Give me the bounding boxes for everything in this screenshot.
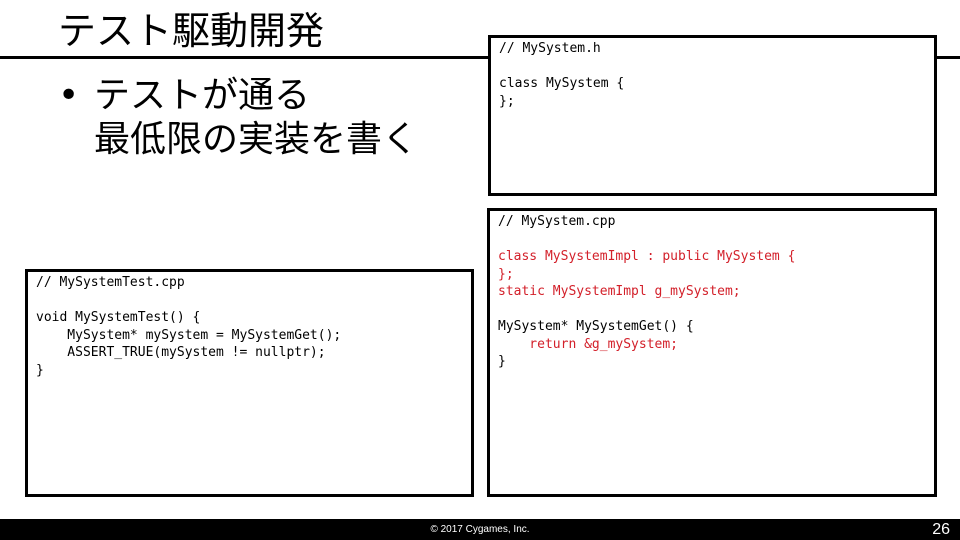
code-line: } [498,354,506,369]
code-line: } [36,362,44,378]
code-line: class MySystem { [499,76,625,91]
code-line: // MySystemTest.cpp [36,275,185,290]
code-line: static MySystemImpl g_mySystem; [498,284,741,299]
page-number: 26 [932,521,950,538]
code-line: }; [499,93,515,109]
bullet-line-2: 最低限の実装を書く [94,119,419,160]
code-line: }; [498,266,514,282]
code-line: MySystem* MySystemGet() { [498,319,694,334]
code-line: void MySystemTest() { [36,310,201,325]
code-box-test: // MySystemTest.cpp void MySystemTest() {… [25,269,474,497]
bullet-line-1: テストが通る [94,75,311,116]
copyright-text: © 2017 Cygames, Inc. [430,524,530,535]
code-line: ASSERT_TRUE(mySystem != nullptr); [36,345,326,360]
footer-bar: © 2017 Cygames, Inc. 26 [0,519,960,540]
slide-title: テスト駆動開発 [58,9,325,53]
code-line: class MySystemImpl : public MySystem { [498,249,796,264]
code-line: // MySystem.h [499,41,601,56]
bullet-marker: • [58,75,80,116]
bullet-text: テストが通る 最低限の実装を書く [94,74,418,162]
code-line: // MySystem.cpp [498,214,616,229]
code-line: return &g_mySystem; [498,336,679,352]
code-box-header: // MySystem.h class MySystem {}; [488,35,937,196]
code-box-implementation: // MySystem.cpp class MySystemImpl : publ… [487,208,937,497]
code-line: MySystem* mySystem = MySystemGet(); [36,327,342,343]
